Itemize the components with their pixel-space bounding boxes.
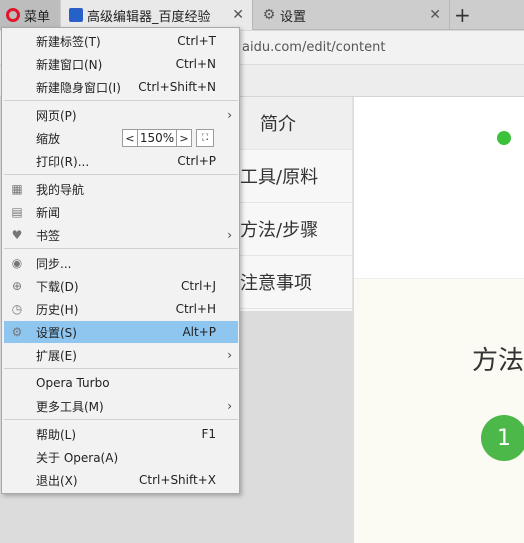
menu-item-shortcut: Ctrl+N bbox=[175, 57, 216, 71]
menu-item-bookmarks[interactable]: ♥ 书签 › bbox=[4, 224, 238, 246]
editor-pane bbox=[354, 97, 524, 543]
menu-item-shortcut: Alt+P bbox=[182, 325, 216, 339]
menu-separator bbox=[4, 419, 238, 420]
menu-item-speed-dial[interactable]: ▦ 我的导航 bbox=[4, 178, 238, 200]
menu-item-label: 更多工具(M) bbox=[36, 399, 104, 414]
zoom-out-button[interactable]: < bbox=[122, 129, 138, 147]
article-nav: 简介 工具/原料 方法/步骤 注意事项 bbox=[240, 97, 353, 311]
opera-main-menu: 新建标签(T) Ctrl+T 新建窗口(N) Ctrl+N 新建隐身窗口(I) … bbox=[1, 27, 240, 494]
nav-item-tools[interactable]: 工具/原料 bbox=[240, 150, 352, 203]
menu-item-shortcut: Ctrl+J bbox=[181, 279, 216, 293]
menu-item-label: Opera Turbo bbox=[36, 376, 110, 390]
tab-strip: 菜单 🐾 高级编辑器_百度经验 ✕ ⚙ 设置 ✕ + bbox=[0, 0, 524, 30]
zoom-in-button[interactable]: > bbox=[176, 129, 192, 147]
clock-icon: ◷ bbox=[11, 302, 23, 316]
menu-item-exit[interactable]: 退出(X) Ctrl+Shift+X bbox=[4, 469, 238, 491]
menu-item-shortcut: Ctrl+Shift+X bbox=[139, 473, 216, 487]
menu-item-label: 新建标签(T) bbox=[36, 34, 101, 49]
menu-item-label: 我的导航 bbox=[36, 182, 85, 197]
menu-item-zoom: 缩放 < 150% > ⛶ bbox=[4, 127, 238, 149]
menu-item-shortcut: Ctrl+P bbox=[177, 154, 216, 168]
new-tab-button[interactable]: + bbox=[454, 3, 471, 27]
fullscreen-icon[interactable]: ⛶ bbox=[196, 129, 214, 147]
menu-item-extensions[interactable]: 扩展(E) › bbox=[4, 344, 238, 366]
menu-item-shortcut: Ctrl+H bbox=[175, 302, 216, 316]
menu-item-new-private-window[interactable]: 新建隐身窗口(I) Ctrl+Shift+N bbox=[4, 76, 238, 98]
menu-item-label: 打印(R)... bbox=[36, 154, 90, 169]
heart-icon: ♥ bbox=[11, 228, 23, 242]
gear-icon: ⚙ bbox=[262, 7, 276, 23]
chevron-right-icon: › bbox=[227, 399, 232, 413]
user-icon: ◉ bbox=[11, 256, 23, 270]
chevron-right-icon: › bbox=[227, 348, 232, 362]
menu-item-label: 新建隐身窗口(I) bbox=[36, 80, 121, 95]
menu-item-help[interactable]: 帮助(L) F1 bbox=[4, 423, 238, 445]
menu-item-history[interactable]: ◷ 历史(H) Ctrl+H bbox=[4, 298, 238, 320]
menu-item-sync[interactable]: ◉ 同步... bbox=[4, 252, 238, 274]
gear-icon: ⚙ bbox=[11, 325, 23, 339]
menu-item-label: 扩展(E) bbox=[36, 348, 77, 363]
grid-icon: ▦ bbox=[11, 182, 23, 196]
download-icon: ⊕ bbox=[11, 279, 23, 293]
menu-item-news[interactable]: ▤ 新闻 bbox=[4, 201, 238, 223]
menu-item-label: 书签 bbox=[36, 228, 61, 243]
tab-title: 高级编辑器_百度经验 bbox=[87, 9, 211, 25]
nav-item-intro[interactable]: 简介 bbox=[240, 97, 352, 150]
menu-item-label: 关于 Opera(A) bbox=[36, 450, 119, 465]
zoom-control: < 150% > ⛶ bbox=[122, 127, 214, 149]
menu-item-more-tools[interactable]: 更多工具(M) › bbox=[4, 395, 238, 417]
menu-button-label: 菜单 bbox=[24, 9, 51, 25]
menu-item-about[interactable]: 关于 Opera(A) bbox=[4, 446, 238, 468]
menu-item-new-window[interactable]: 新建窗口(N) Ctrl+N bbox=[4, 53, 238, 75]
close-tab-icon[interactable]: ✕ bbox=[429, 7, 441, 23]
status-dot bbox=[497, 131, 511, 145]
menu-item-shortcut: F1 bbox=[201, 427, 216, 441]
menu-item-label: 缩放 bbox=[36, 131, 61, 146]
menu-item-downloads[interactable]: ⊕ 下载(D) Ctrl+J bbox=[4, 275, 238, 297]
step-number-badge: 1 bbox=[481, 415, 524, 461]
menu-separator bbox=[4, 100, 238, 101]
editor-header-area bbox=[354, 97, 524, 279]
menu-item-label: 设置(S) bbox=[36, 325, 77, 340]
section-title: 方法 bbox=[472, 346, 524, 376]
menu-item-shortcut: Ctrl+Shift+N bbox=[138, 80, 216, 94]
url-field[interactable]: aidu.com/edit/content bbox=[242, 40, 385, 55]
menu-item-print[interactable]: 打印(R)... Ctrl+P bbox=[4, 150, 238, 172]
menu-item-label: 下载(D) bbox=[36, 279, 79, 294]
menu-item-label: 历史(H) bbox=[36, 302, 79, 317]
menu-item-label: 新闻 bbox=[36, 205, 61, 220]
news-icon: ▤ bbox=[11, 205, 23, 219]
menu-item-shortcut: Ctrl+T bbox=[177, 34, 216, 48]
nav-item-notes[interactable]: 注意事项 bbox=[240, 256, 352, 309]
chevron-right-icon: › bbox=[227, 228, 232, 242]
menu-item-opera-turbo[interactable]: Opera Turbo bbox=[4, 372, 238, 394]
tab-settings[interactable]: ⚙ 设置 ✕ bbox=[254, 0, 450, 30]
menu-item-new-tab[interactable]: 新建标签(T) Ctrl+T bbox=[4, 30, 238, 52]
menu-item-label: 帮助(L) bbox=[36, 427, 77, 442]
menu-item-label: 同步... bbox=[36, 256, 72, 271]
menu-separator bbox=[4, 248, 238, 249]
baidu-paw-icon: 🐾 bbox=[69, 8, 83, 22]
close-tab-icon[interactable]: ✕ bbox=[232, 7, 244, 23]
menu-item-label: 网页(P) bbox=[36, 108, 77, 123]
tab-title: 设置 bbox=[280, 9, 307, 25]
menu-separator bbox=[4, 368, 238, 369]
menu-separator bbox=[4, 174, 238, 175]
menu-item-label: 新建窗口(N) bbox=[36, 57, 103, 72]
menu-item-page[interactable]: 网页(P) › bbox=[4, 104, 238, 126]
opera-menu-button[interactable]: 菜单 bbox=[0, 0, 60, 30]
tab-baidu-jingyan[interactable]: 🐾 高级编辑器_百度经验 ✕ bbox=[61, 0, 253, 30]
chevron-right-icon: › bbox=[227, 108, 232, 122]
menu-item-label: 退出(X) bbox=[36, 473, 78, 488]
menu-item-settings[interactable]: ⚙ 设置(S) Alt+P bbox=[4, 321, 238, 343]
zoom-level: 150% bbox=[138, 129, 176, 147]
nav-item-steps[interactable]: 方法/步骤 bbox=[240, 203, 352, 256]
opera-logo-icon bbox=[6, 8, 20, 22]
